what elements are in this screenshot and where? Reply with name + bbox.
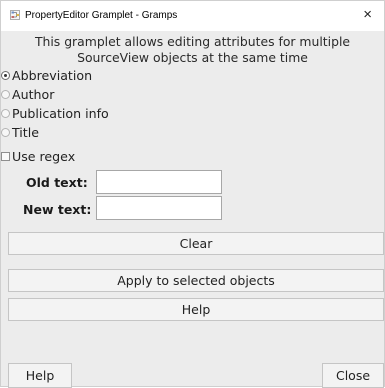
radio-indicator[interactable] [1,128,10,137]
old-text-input[interactable] [96,170,222,194]
property-editor-window: PropertyEditor Gramplet - Gramps × This … [0,0,385,388]
radio-indicator[interactable] [1,90,10,99]
gramps-tree-icon [10,10,20,20]
radio-label-publication-info: Publication info [12,106,109,121]
description-line-2: SourceView objects at the same time [77,50,308,65]
radio-label-title: Title [12,125,39,140]
new-text-input[interactable] [96,196,222,220]
apply-to-selected-button[interactable]: Apply to selected objects [8,269,384,292]
use-regex-label: Use regex [12,149,76,164]
window-title: PropertyEditor Gramplet - Gramps [25,10,178,21]
old-text-label: Old text: [26,175,88,190]
clear-button[interactable]: Clear [8,232,384,255]
new-text-label: New text: [23,202,92,217]
checkbox-indicator[interactable] [1,152,10,161]
title-bar: PropertyEditor Gramplet - Gramps × [1,1,384,31]
radio-indicator[interactable] [1,109,10,118]
close-button[interactable]: Close [322,363,384,388]
help-button[interactable]: Help [8,363,72,388]
help-button-main[interactable]: Help [8,298,384,321]
radio-label-abbreviation: Abbreviation [12,68,93,83]
close-icon[interactable]: × [363,7,372,22]
radio-label-author: Author [12,87,55,102]
description-line-1: This gramplet allows editing attributes … [34,34,351,49]
radio-indicator-checked[interactable] [1,71,10,80]
